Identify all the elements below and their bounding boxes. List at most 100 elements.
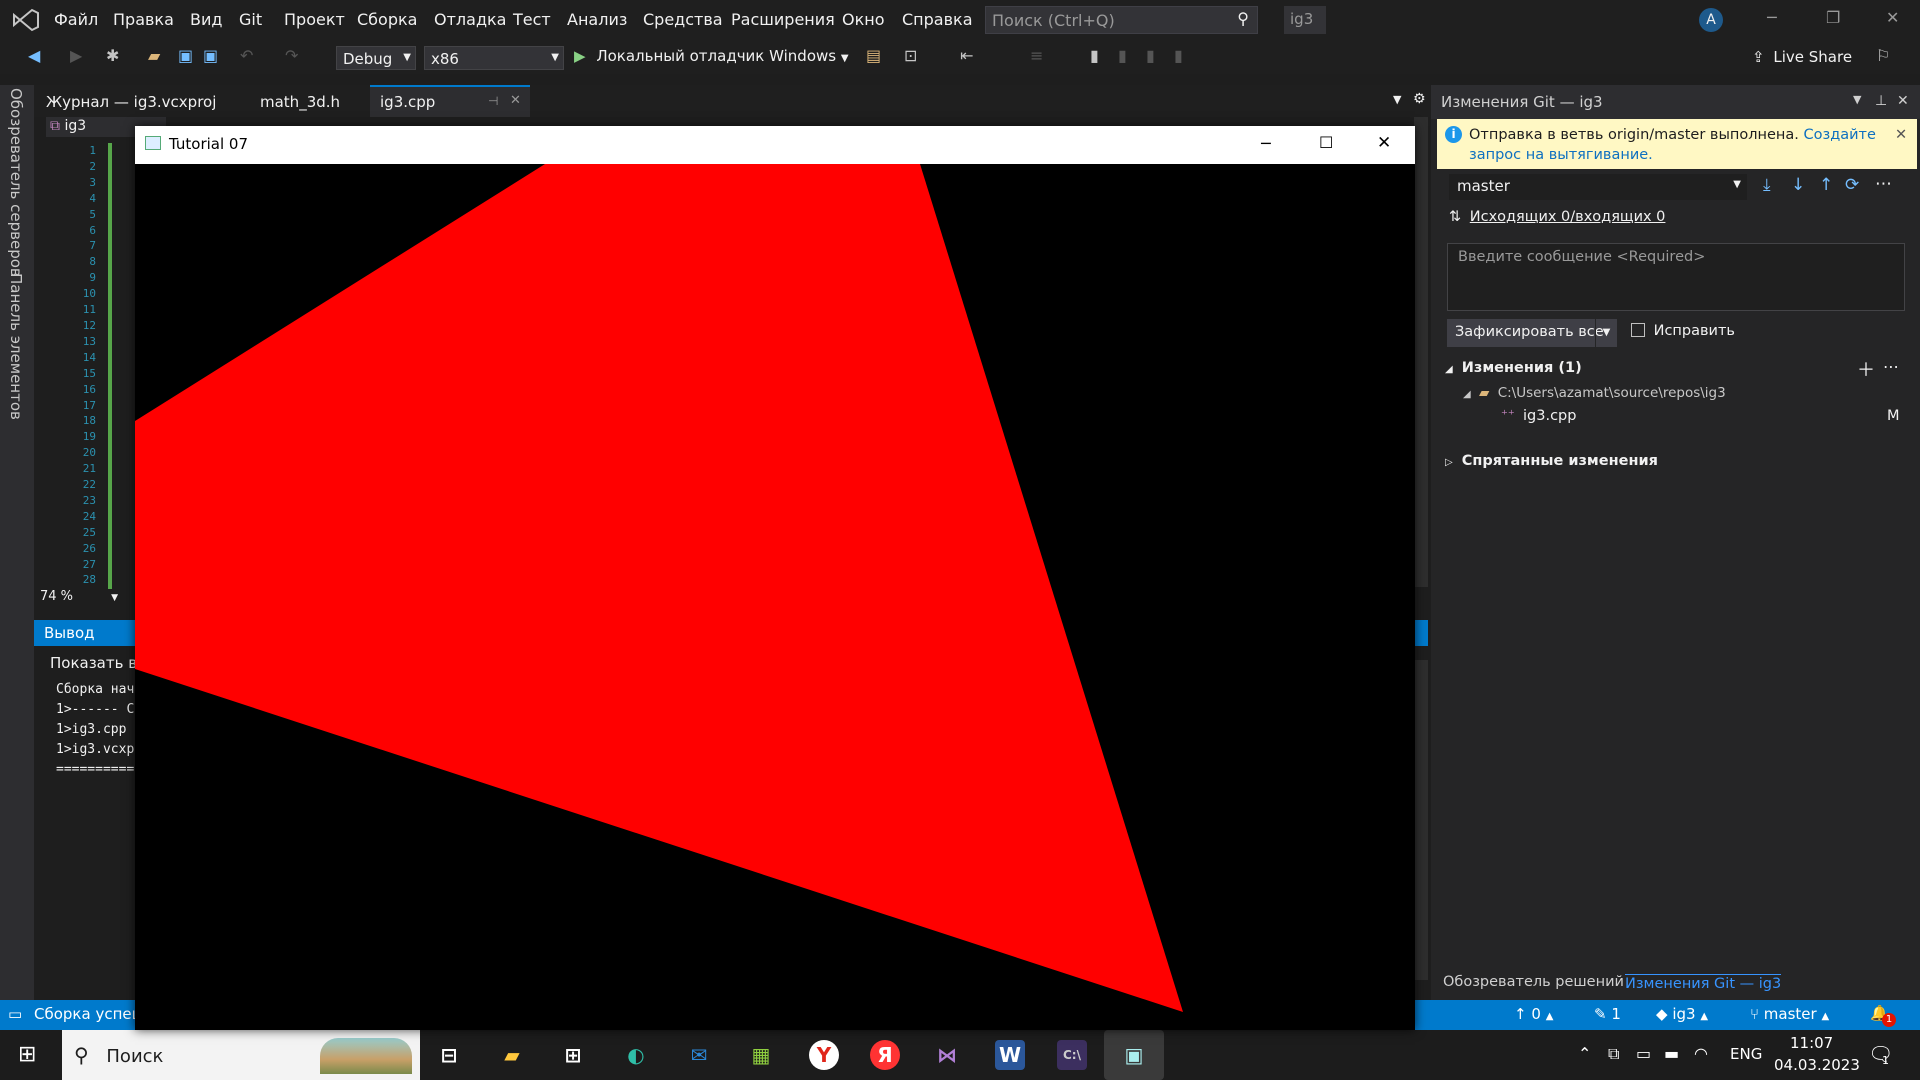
tray-battery-icon[interactable]: ▬ (1664, 1044, 1679, 1063)
tab-overflow-icon[interactable]: ▼ (1393, 93, 1401, 106)
menu-item[interactable]: Сборка (357, 10, 417, 29)
start-debugging-button[interactable]: ▶ Локальный отладчик Windows ▼ (574, 47, 849, 65)
menu-item[interactable]: Средства (643, 10, 723, 29)
tutorial-window[interactable]: Tutorial 07 ─ ☐ ✕ (135, 126, 1415, 1030)
visual-studio-icon[interactable]: ⋈ (932, 1040, 962, 1070)
tab-ig3-cpp[interactable]: ig3.cpp ⊣ ✕ (370, 85, 530, 117)
menu-item[interactable]: Правка (113, 10, 174, 29)
save-icon[interactable]: ▣ (178, 46, 193, 65)
windows-start-icon[interactable]: ⊞ (18, 1042, 36, 1067)
file-explorer-icon[interactable]: ▰ (497, 1040, 527, 1070)
step-icon[interactable]: ⇤ (960, 46, 973, 65)
edge-icon[interactable]: ◐ (621, 1040, 651, 1070)
zoom-select[interactable]: 74 % ▼ (40, 589, 124, 609)
live-share-button[interactable]: ⇪ Live Share (1752, 48, 1852, 66)
redo-icon[interactable]: ↷ (285, 46, 298, 65)
changes-more-icon[interactable]: ⋯ (1883, 357, 1899, 376)
changed-file-row[interactable]: ⁺⁺ ig3.cpp M (1431, 408, 1920, 430)
clock-time[interactable]: 11:07 (1790, 1034, 1833, 1052)
tab-settings-icon[interactable]: ⚙ (1413, 91, 1426, 107)
save-all-icon[interactable]: ▣ (203, 46, 218, 65)
tutorial-minimize-icon[interactable]: ─ (1261, 134, 1271, 153)
configuration-select[interactable]: Debug ▼ (336, 46, 416, 70)
tab-solution-explorer[interactable]: Обозреватель решений (1443, 974, 1624, 990)
tab-journal[interactable]: Журнал — ig3.vcxproj (46, 93, 216, 111)
cpu-z-icon[interactable]: ▦ (746, 1040, 776, 1070)
menu-item[interactable]: Проект (284, 10, 345, 29)
search-input[interactable]: Поиск (Ctrl+Q) ⚲ (985, 6, 1258, 34)
pull-icon[interactable]: ↓ (1791, 175, 1805, 195)
tutorial-maximize-icon[interactable]: ☐ (1319, 133, 1333, 152)
menu-item[interactable]: Файл (54, 10, 98, 29)
clock-date[interactable]: 04.03.2023 (1774, 1056, 1860, 1074)
panel-menu-icon[interactable]: ▼ (1853, 93, 1861, 106)
commit-dropdown-icon[interactable]: ▼ (1595, 319, 1617, 347)
tray-display-icon[interactable]: ▭ (1636, 1044, 1651, 1063)
yandex-icon[interactable]: Я (870, 1040, 900, 1070)
menu-item[interactable]: Справка (902, 10, 973, 29)
tab-git-changes[interactable]: Изменения Git — ig3 (1625, 974, 1782, 992)
tray-overflow-icon[interactable]: ⌃ (1578, 1044, 1591, 1063)
mail-icon[interactable]: ✉ (684, 1040, 714, 1070)
output-scrollbar[interactable] (1414, 660, 1428, 980)
tutorial-window-titlebar[interactable]: Tutorial 07 ─ ☐ ✕ (135, 126, 1415, 164)
close-icon[interactable]: ✕ (1886, 8, 1899, 27)
menu-item[interactable]: Вид (190, 10, 222, 29)
tray-wifi-icon[interactable]: ◠ (1694, 1044, 1708, 1063)
input-language[interactable]: ENG (1730, 1045, 1762, 1063)
notifications-bell[interactable]: 🔔 1 (1870, 1004, 1896, 1027)
amend-checkbox[interactable]: Исправить (1631, 323, 1735, 339)
tray-meet-icon[interactable]: ⧉ (1608, 1044, 1619, 1064)
sync-icon[interactable]: ⟳ (1845, 175, 1859, 195)
outgoing-incoming[interactable]: ⇅ Исходящих 0/входящих 0 (1449, 209, 1665, 225)
yandex-browser-icon[interactable]: Y (809, 1040, 839, 1070)
platform-select[interactable]: x86 ▼ (424, 46, 564, 70)
edits-counter[interactable]: ✎ 1 (1594, 1005, 1621, 1023)
server-explorer-tab[interactable]: Обозреватель серверов (7, 88, 25, 277)
close-panel-icon[interactable]: ✕ (1897, 93, 1909, 109)
undo-icon[interactable]: ↶ (240, 46, 253, 65)
store-icon[interactable]: ⊞ (558, 1040, 588, 1070)
menu-item[interactable]: Тест (513, 10, 551, 29)
feedback-icon[interactable]: ⚐ (1876, 46, 1890, 65)
menu-item[interactable]: Git (239, 10, 262, 29)
minimize-icon[interactable]: ─ (1767, 8, 1777, 27)
bookmark-clear-icon[interactable]: ▮ (1174, 46, 1183, 65)
account-avatar[interactable]: A (1699, 8, 1723, 32)
bookmark-prev-icon[interactable]: ▮ (1146, 46, 1155, 65)
branch-select[interactable]: master ▼ (1449, 174, 1747, 200)
stage-all-icon[interactable]: ＋ (1857, 356, 1875, 382)
menu-item[interactable]: Анализ (567, 10, 627, 29)
menu-item[interactable]: Расширения (731, 10, 835, 29)
tutorial-close-icon[interactable]: ✕ (1377, 133, 1391, 153)
push-counter[interactable]: ↑ 0 ▲ (1514, 1005, 1553, 1023)
find-in-files-icon[interactable]: ▤ (866, 46, 881, 65)
menu-item[interactable]: Отладка (434, 10, 506, 29)
tab-math-3d[interactable]: math_3d.h (260, 93, 340, 111)
task-view-icon[interactable]: ⊟ (434, 1040, 464, 1070)
commit-message-input[interactable]: Введите сообщение <Required> (1447, 243, 1905, 311)
stashes-section-header[interactable]: ▷ Спрятанные изменения (1445, 453, 1658, 469)
editor-scrollbar[interactable] (1414, 117, 1428, 587)
bookmark-next-icon[interactable]: ▮ (1118, 46, 1127, 65)
new-project-icon[interactable]: ✱ (106, 46, 119, 65)
word-icon[interactable]: W (995, 1040, 1025, 1070)
notification-center[interactable]: 🗨 1 (1868, 1042, 1893, 1067)
comment-icon[interactable]: ≡ (1030, 46, 1043, 65)
pin-panel-icon[interactable]: ⊥ (1875, 93, 1887, 109)
menu-item[interactable]: Окно (842, 10, 885, 29)
toolbox-tab[interactable]: Панель элементов (7, 273, 25, 420)
restore-icon[interactable]: ❐ (1826, 8, 1840, 27)
repo-selector[interactable]: ◆ ig3 ▲ (1656, 1005, 1708, 1023)
console-icon[interactable]: C:\ (1057, 1040, 1087, 1070)
back-icon[interactable]: ◀ (28, 46, 40, 65)
changes-section-header[interactable]: ◢ Изменения (1) (1445, 360, 1582, 376)
bookmark-icon[interactable]: ▮ (1090, 46, 1099, 65)
tutorial-app-icon[interactable]: ▣ (1104, 1030, 1164, 1080)
forward-icon[interactable]: ▶ (70, 46, 82, 65)
push-icon[interactable]: ↑ (1819, 175, 1833, 195)
open-folder-icon[interactable]: ▰ (148, 46, 160, 65)
taskbar-search[interactable]: ⚲ Поиск (62, 1030, 420, 1080)
screenshot-icon[interactable]: ⊡ (904, 46, 917, 65)
fetch-icon[interactable]: ⤓ (1763, 175, 1771, 195)
